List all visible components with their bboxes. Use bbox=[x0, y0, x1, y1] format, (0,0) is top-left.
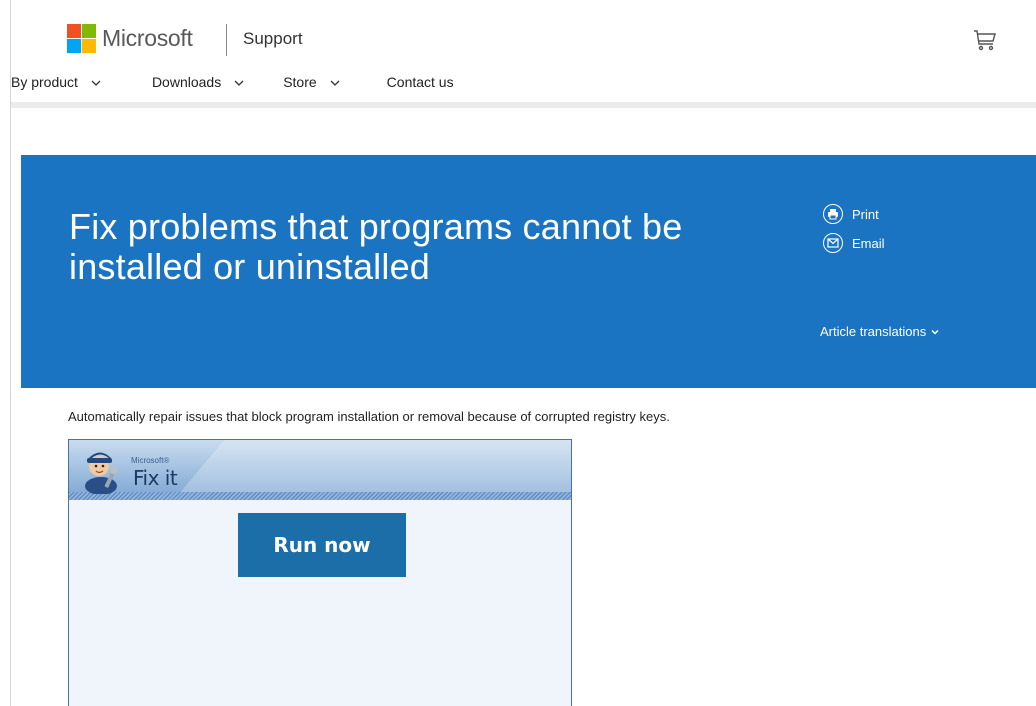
fixit-panel: Microsoft® Fix it Run now bbox=[68, 439, 572, 706]
chevron-down-icon bbox=[91, 80, 101, 86]
translations-label: Article translations bbox=[820, 324, 927, 339]
fixit-mascot-icon bbox=[85, 452, 118, 494]
fixit-banner: Microsoft® Fix it bbox=[69, 440, 571, 500]
microsoft-logo-icon bbox=[67, 24, 96, 53]
email-button[interactable]: Email bbox=[823, 233, 885, 253]
article-intro: Automatically repair issues that block p… bbox=[68, 409, 670, 424]
article-title: Fix problems that programs cannot be ins… bbox=[69, 206, 683, 287]
nav-store[interactable]: Store bbox=[283, 74, 340, 90]
article-translations-dropdown[interactable]: Article translations bbox=[820, 324, 940, 339]
email-label: Email bbox=[852, 235, 885, 251]
brand-name: Microsoft bbox=[102, 25, 193, 51]
article-hero: Fix problems that programs cannot be ins… bbox=[21, 155, 1036, 388]
chevron-down-icon bbox=[931, 329, 939, 335]
print-icon bbox=[823, 204, 843, 224]
email-icon bbox=[823, 233, 843, 253]
microsoft-logo[interactable]: Microsoft bbox=[67, 24, 193, 53]
nav-contact-us[interactable]: Contact us bbox=[387, 74, 454, 90]
nav-separator bbox=[11, 102, 1036, 108]
run-now-button[interactable]: Run now bbox=[238, 513, 406, 577]
chevron-down-icon bbox=[330, 80, 340, 86]
nav-downloads[interactable]: Downloads bbox=[152, 74, 245, 90]
fixit-microsoft-label: Microsoft® bbox=[131, 456, 170, 465]
nav-label: Downloads bbox=[151, 74, 222, 90]
fixit-logo: Microsoft® Fix it bbox=[81, 446, 205, 494]
nav-label: Store bbox=[283, 74, 317, 90]
main-nav: By product Downloads Store Contact us bbox=[11, 70, 482, 94]
print-button[interactable]: Print bbox=[823, 204, 879, 224]
support-link[interactable]: Support bbox=[243, 29, 303, 49]
print-label: Print bbox=[852, 206, 879, 222]
nav-label: Contact us bbox=[386, 74, 454, 90]
cart-icon[interactable] bbox=[973, 28, 997, 52]
page: Microsoft Support By product Downloads S… bbox=[10, 0, 1036, 706]
site-header: Microsoft Support By product Downloads S… bbox=[11, 10, 1036, 108]
header-divider bbox=[226, 24, 227, 56]
nav-label: By product bbox=[11, 74, 78, 90]
fixit-name: Fix it bbox=[133, 466, 178, 490]
chevron-down-icon bbox=[234, 80, 244, 86]
nav-by-product[interactable]: By product bbox=[11, 74, 102, 90]
